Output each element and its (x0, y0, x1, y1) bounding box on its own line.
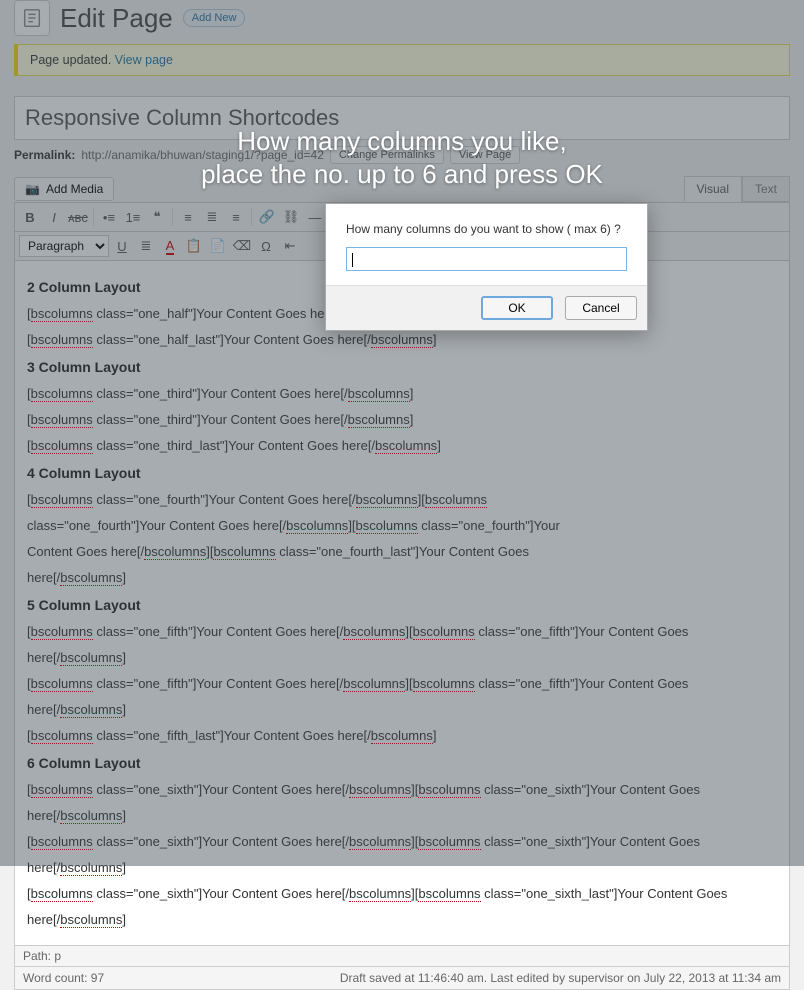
cancel-button[interactable]: Cancel (565, 296, 637, 320)
path-bar: Path: p (14, 946, 790, 967)
instruction-callout: How many columns you like, place the no.… (0, 125, 804, 190)
callout-line1: How many columns you like, (0, 125, 804, 158)
status-bar: Word count: 97 Draft saved at 11:46:40 a… (14, 967, 790, 990)
draft-status: Draft saved at 11:46:40 am. Last edited … (340, 971, 781, 985)
columns-prompt-dialog: How many columns do you want to show ( m… (325, 203, 648, 331)
columns-input[interactable] (346, 247, 627, 271)
ok-button[interactable]: OK (481, 296, 553, 320)
dialog-prompt: How many columns do you want to show ( m… (346, 222, 627, 236)
word-count: Word count: 97 (23, 971, 104, 985)
line: [bscolumns class="one_sixth"]Your Conten… (27, 881, 777, 933)
callout-line2: place the no. up to 6 and press OK (0, 158, 804, 191)
